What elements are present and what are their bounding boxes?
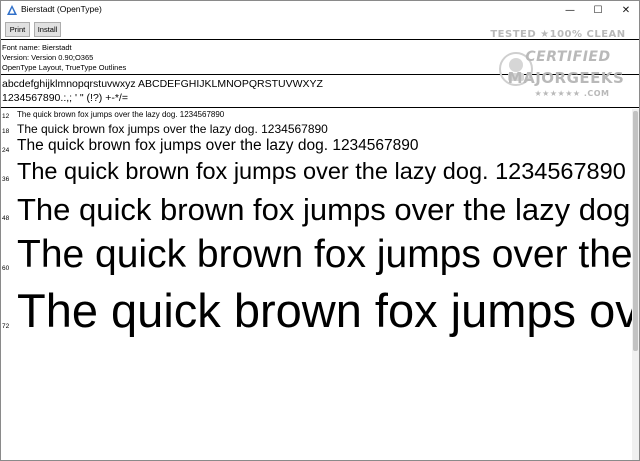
sample-size-72: 72 [2,323,10,330]
sample-text-72: The quick brown fox jumps over the lazy … [17,284,639,337]
vertical-scrollbar[interactable] [632,109,639,460]
sample-text-18: The quick brown fox jumps over the lazy … [17,122,328,136]
sample-text-12: The quick brown fox jumps over the lazy … [17,110,225,119]
scrollbar-thumb[interactable] [633,111,638,351]
window-title: Bierstadt (OpenType) [21,4,102,14]
sample-size-60: 60 [2,265,10,272]
title-bar[interactable]: Bierstadt (OpenType) — ☐ ✕ [1,1,639,20]
sample-size-48: 48 [2,215,10,222]
maximize-button[interactable]: ☐ [585,1,611,20]
sample-text-48: The quick brown fox jumps over the lazy … [17,192,640,227]
watermark-majorgeeks-text: MAJORGEEKS [507,69,625,87]
watermark-com-text: ★★★★★★ .COM [534,89,610,98]
charset-divider [1,107,639,108]
sample-size-12: 12 [2,113,10,120]
sample-text-60: The quick brown fox jumps over the lazy … [17,233,639,276]
majorgeeks-watermark-logo: TESTED ★100% CLEAN CERTIFIED MAJORGEEKS … [488,27,628,103]
charset-digits-punctuation: 1234567890.:,; ' " (!?) +-*/= [2,92,128,104]
charset-lowercase-uppercase: abcdefghijklmnopqrstuvwxyz ABCDEFGHIJKLM… [2,78,323,90]
watermark-certified-text: CERTIFIED [525,49,611,65]
minimize-button[interactable]: — [557,1,583,20]
sample-text-36: The quick brown fox jumps over the lazy … [17,158,626,184]
print-button[interactable]: Print [5,22,30,37]
install-button[interactable]: Install [34,22,61,37]
font-name-text: Font name: Bierstadt [2,43,72,52]
sample-size-24: 24 [2,147,10,154]
font-viewer-window: Bierstadt (OpenType) — ☐ ✕ Print Install… [0,0,640,461]
watermark-tested-text: TESTED ★100% CLEAN [490,29,626,40]
sample-size-36: 36 [2,176,10,183]
sample-size-18: 18 [2,128,10,135]
font-viewer-app-icon [7,5,17,15]
font-version-text: Version: Version 0.90;O365 [2,53,94,62]
font-outline-text: OpenType Layout, TrueType Outlines [2,63,127,72]
sample-text-24: The quick brown fox jumps over the lazy … [17,137,419,154]
close-button[interactable]: ✕ [613,1,639,20]
